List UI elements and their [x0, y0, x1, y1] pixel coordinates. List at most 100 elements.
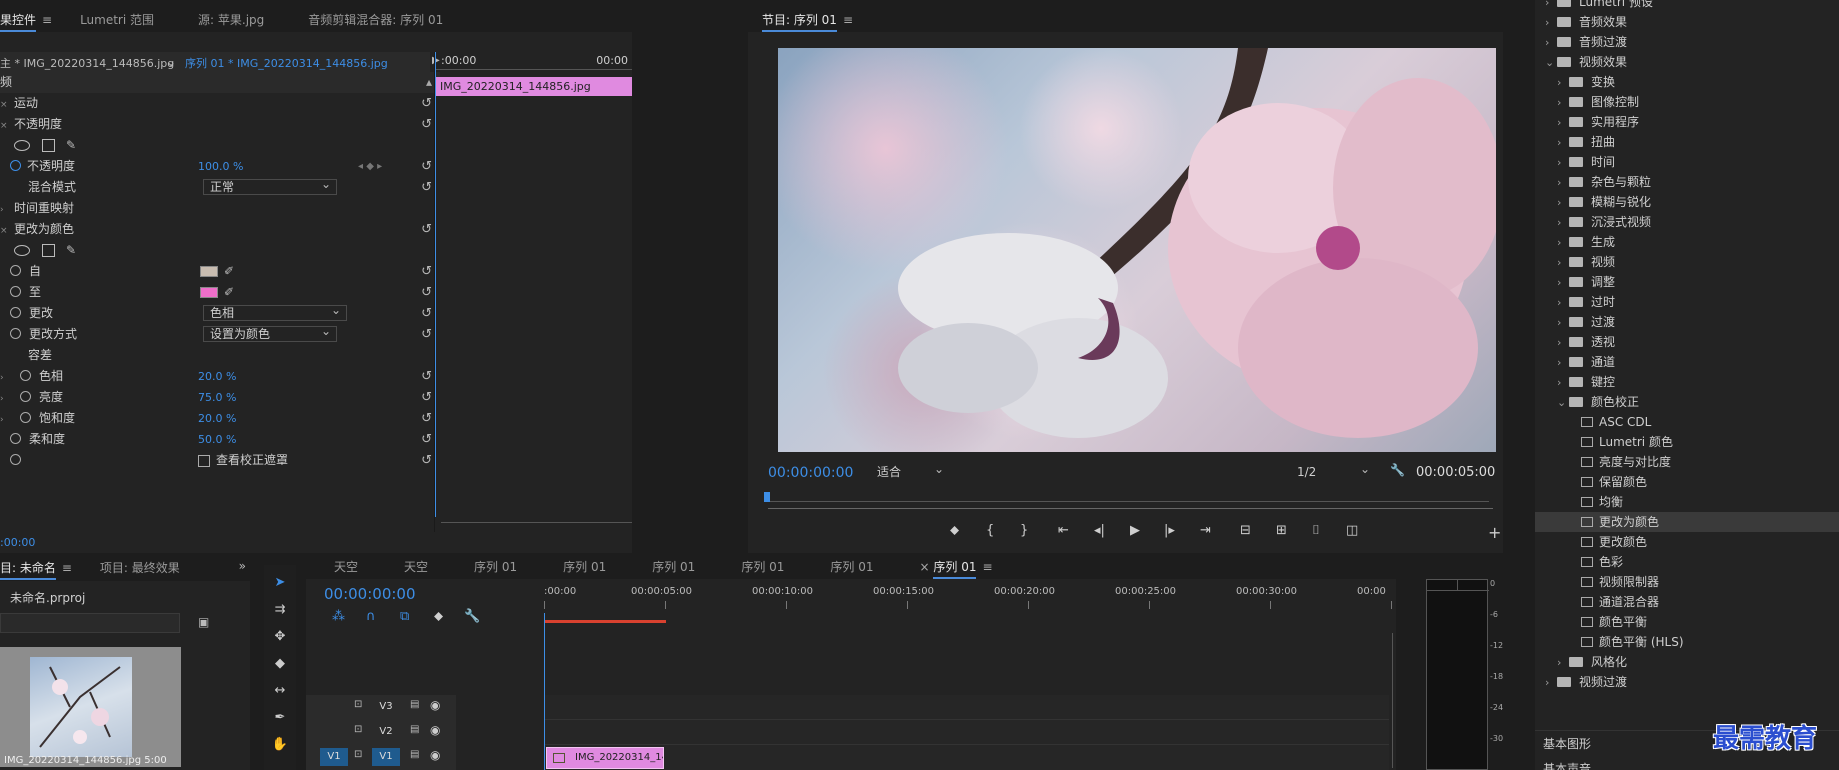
effects-folder[interactable]: › 沉浸式视频: [1535, 212, 1839, 232]
ellipse-mask-icon[interactable]: [14, 245, 30, 256]
sync-lock-icon[interactable]: ▤: [410, 724, 419, 735]
track-target[interactable]: V3: [372, 698, 400, 716]
chevron-down-icon[interactable]: ⌄: [1557, 393, 1569, 413]
effects-folder[interactable]: › 图像控制: [1535, 92, 1839, 112]
chevron-right-icon[interactable]: ›: [1557, 93, 1569, 113]
resolution-select[interactable]: 1/2: [1291, 462, 1375, 481]
stopwatch-icon[interactable]: [10, 454, 21, 465]
effects-folder[interactable]: › 实用程序: [1535, 112, 1839, 132]
mark-out-icon[interactable]: }: [1020, 523, 1028, 538]
effects-folder[interactable]: › 键控: [1535, 372, 1839, 392]
camera-icon[interactable]: ⌷: [1312, 523, 1320, 538]
stopwatch-icon[interactable]: [10, 265, 21, 276]
to-color-swatch[interactable]: [200, 287, 218, 298]
lock-icon[interactable]: ⊡: [354, 749, 362, 760]
stopwatch-icon[interactable]: [10, 433, 21, 444]
razor-tool-icon[interactable]: ◆: [270, 654, 290, 674]
stopwatch-icon[interactable]: [20, 370, 31, 381]
effects-folder[interactable]: › 杂色与颗粒: [1535, 172, 1839, 192]
chevron-down-icon[interactable]: ⌄: [166, 55, 176, 69]
hue-value[interactable]: 20.0 %: [198, 366, 236, 387]
effects-folder[interactable]: › Lumetri 预设: [1535, 0, 1839, 12]
reset-icon[interactable]: ↺: [421, 450, 432, 471]
tab-project-untitled[interactable]: 目: 未命名 ≡: [0, 556, 86, 580]
stopwatch-icon[interactable]: [10, 160, 21, 171]
ripple-edit-tool-icon[interactable]: ✥: [270, 627, 290, 647]
blend-mode-select[interactable]: 正常: [203, 177, 337, 195]
pen-tool-icon[interactable]: ✒: [270, 708, 290, 728]
opacity-row[interactable]: × 不透明度 ↺: [0, 114, 440, 135]
reset-icon[interactable]: ↺: [421, 219, 432, 240]
chevron-right-icon[interactable]: ›: [1557, 353, 1569, 373]
chevron-right-icon[interactable]: ›: [1557, 653, 1569, 673]
nest-icon[interactable]: ⁂: [332, 609, 345, 624]
chevron-right-icon[interactable]: ›: [1557, 313, 1569, 333]
tab-timeline-sequence[interactable]: × 序列 01 ≡: [874, 555, 993, 579]
tab-timeline-sequence[interactable]: 天空: [306, 555, 358, 579]
chevron-right-icon[interactable]: ›: [1557, 153, 1569, 173]
reset-icon[interactable]: ↺: [421, 261, 432, 282]
track-header[interactable]: ⊡ V3 ▤ ◉: [306, 695, 456, 719]
track-target[interactable]: V1: [372, 748, 400, 766]
saturation-value[interactable]: 20.0 %: [198, 408, 236, 429]
tab-timeline-sequence[interactable]: 序列 01: [428, 555, 517, 579]
project-search-input[interactable]: [0, 613, 180, 633]
chevron-right-icon[interactable]: ›: [1557, 273, 1569, 293]
stopwatch-icon[interactable]: [10, 328, 21, 339]
mini-clip[interactable]: IMG_20220314_144856.jpg: [436, 77, 632, 96]
reset-icon[interactable]: ↺: [421, 429, 432, 450]
hand-tool-icon[interactable]: ✋: [270, 735, 290, 755]
effects-folder[interactable]: › 音频过渡: [1535, 32, 1839, 52]
effects-item[interactable]: 颜色平衡 (HLS): [1535, 632, 1839, 652]
add-marker-icon[interactable]: ⬥: [950, 523, 959, 538]
effects-item[interactable]: ASC CDL: [1535, 412, 1839, 432]
chevron-right-icon[interactable]: ›: [1545, 33, 1557, 53]
chevron-right-icon[interactable]: ›: [1557, 293, 1569, 313]
snap-icon[interactable]: ∩: [366, 609, 376, 624]
tab-effect-controls[interactable]: 果控件 ≡: [0, 8, 66, 32]
effects-item[interactable]: 视频限制器: [1535, 572, 1839, 592]
work-area-bar[interactable]: [544, 620, 666, 623]
reset-icon[interactable]: ↺: [421, 408, 432, 429]
play-icon[interactable]: ▶: [1130, 523, 1140, 538]
tab-source[interactable]: 源: 苹果.jpg: [168, 8, 278, 32]
eye-icon[interactable]: ◉: [430, 748, 440, 762]
chevron-right-icon[interactable]: ›: [1557, 333, 1569, 353]
effects-folder[interactable]: › 透视: [1535, 332, 1839, 352]
chevron-right-icon[interactable]: ›: [1557, 213, 1569, 233]
tab-timeline-sequence[interactable]: 序列 01: [784, 555, 873, 579]
add-button-icon[interactable]: +: [1488, 523, 1501, 542]
menu-icon[interactable]: ≡: [62, 556, 72, 580]
effects-item[interactable]: 颜色平衡: [1535, 612, 1839, 632]
lift-icon[interactable]: ⊟: [1240, 523, 1251, 538]
chevron-right-icon[interactable]: ›: [1557, 253, 1569, 273]
timeline-settings-icon[interactable]: 🔧: [464, 609, 480, 624]
stopwatch-icon[interactable]: [10, 307, 21, 318]
reset-icon[interactable]: ↺: [421, 93, 432, 114]
effects-folder[interactable]: › 视频过渡: [1535, 672, 1839, 692]
chevron-right-icon[interactable]: ›: [1557, 373, 1569, 393]
slip-tool-icon[interactable]: ↔: [270, 681, 290, 701]
track-select-tool-icon[interactable]: ⇉: [270, 600, 290, 620]
chevron-right-icon[interactable]: ›: [1557, 113, 1569, 133]
reset-icon[interactable]: ↺: [421, 177, 432, 198]
reset-icon[interactable]: ↺: [421, 366, 432, 387]
effects-folder[interactable]: › 时间: [1535, 152, 1839, 172]
program-timecode[interactable]: 00:00:00:00: [768, 465, 853, 481]
effects-folder[interactable]: › 变换: [1535, 72, 1839, 92]
rectangle-mask-icon[interactable]: [42, 139, 55, 152]
track-header[interactable]: ⊡ V2 ▤ ◉: [306, 720, 456, 744]
chevron-right-icon[interactable]: ›: [1557, 73, 1569, 93]
effects-item[interactable]: 通道混合器: [1535, 592, 1839, 612]
effects-folder[interactable]: › 调整: [1535, 272, 1839, 292]
tab-timeline-sequence[interactable]: 序列 01: [606, 555, 695, 579]
linked-selection-icon[interactable]: ⧉: [400, 609, 409, 624]
sequence-clip-label[interactable]: 序列 01 * IMG_20220314_144856.jpg: [185, 55, 388, 71]
rectangle-mask-icon[interactable]: [42, 244, 55, 257]
timeline-playhead[interactable]: [544, 613, 545, 770]
effects-folder[interactable]: › 视频: [1535, 252, 1839, 272]
chevron-right-icon[interactable]: ›: [1557, 233, 1569, 253]
extract-icon[interactable]: ⊞: [1276, 523, 1287, 538]
eye-icon[interactable]: ◉: [430, 698, 440, 712]
tab-audio-clip-mixer[interactable]: 音频剪辑混合器: 序列 01: [278, 8, 457, 32]
